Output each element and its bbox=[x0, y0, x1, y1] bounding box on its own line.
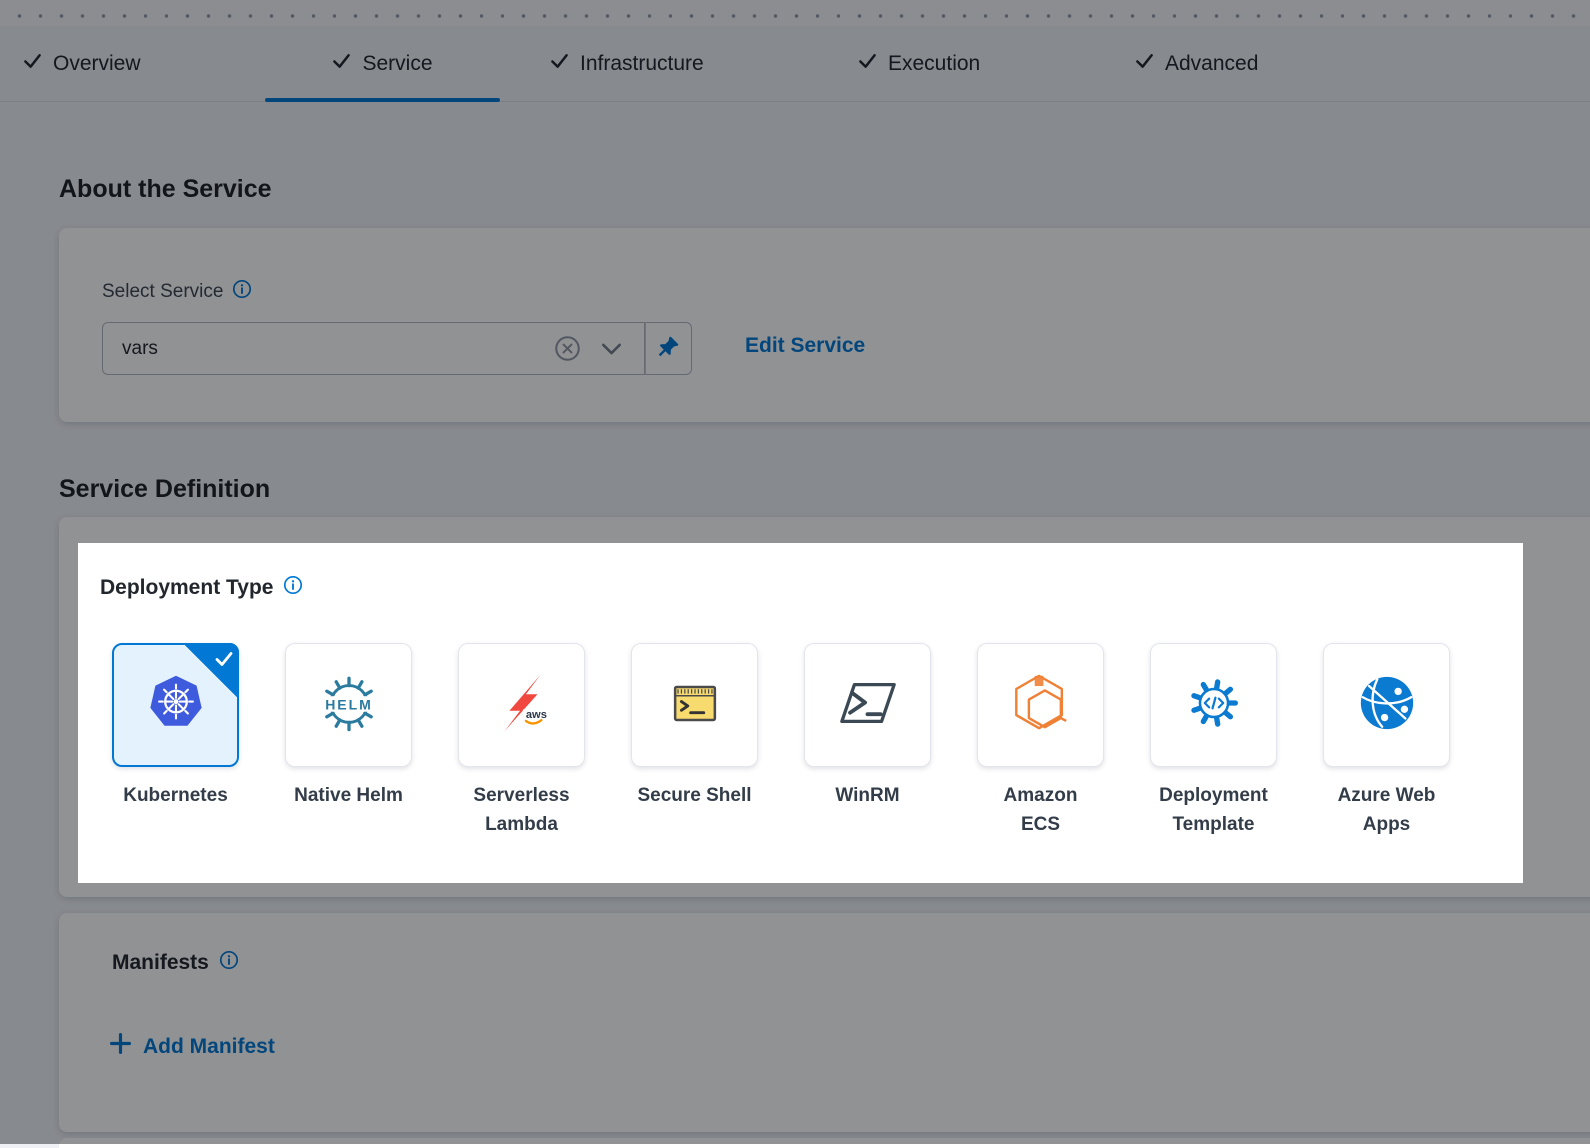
tab-overview[interactable]: Overview bbox=[23, 26, 181, 101]
secure-shell-card[interactable] bbox=[631, 643, 758, 767]
amazon-ecs-icon bbox=[1010, 672, 1072, 739]
check-icon bbox=[550, 51, 569, 76]
deployment-type-kubernetes: Kubernetes bbox=[112, 643, 239, 839]
deployment-type-native-helm: HELM Native Helm bbox=[285, 643, 412, 839]
about-service-heading: About the Service bbox=[59, 175, 272, 204]
deployment-type-label: Amazon ECS bbox=[955, 782, 1127, 839]
stage-tabbar: Overview Service Infrastructure Executio… bbox=[0, 26, 1590, 102]
azure-web-apps-card[interactable] bbox=[1323, 643, 1450, 767]
deployment-type-label: WinRM bbox=[782, 782, 954, 811]
powershell-icon bbox=[837, 672, 899, 739]
plus-icon bbox=[110, 1033, 131, 1060]
deployment-type-label: Serverless Lambda bbox=[436, 782, 608, 839]
native-helm-card[interactable]: HELM bbox=[285, 643, 412, 767]
svg-text:aws: aws bbox=[525, 709, 546, 721]
helm-icon: HELM bbox=[318, 672, 380, 739]
deployment-type-label: Native Helm bbox=[263, 782, 435, 811]
info-icon[interactable] bbox=[283, 575, 303, 601]
info-icon[interactable] bbox=[232, 279, 252, 305]
service-definition-heading: Service Definition bbox=[59, 475, 270, 504]
manifests-card bbox=[59, 913, 1590, 1132]
pipeline-canvas-strip bbox=[0, 0, 1590, 26]
deployment-template-card[interactable] bbox=[1150, 643, 1277, 767]
edit-service-link[interactable]: Edit Service bbox=[745, 334, 865, 358]
check-icon bbox=[858, 51, 877, 76]
manifests-heading: Manifests bbox=[112, 951, 209, 975]
deployment-type-heading-row: Deployment Type bbox=[100, 575, 303, 601]
tab-execution[interactable]: Execution bbox=[818, 26, 1020, 101]
tab-label: Execution bbox=[888, 52, 980, 76]
selected-corner-badge bbox=[183, 643, 239, 699]
tab-label: Service bbox=[362, 52, 432, 76]
clear-icon[interactable] bbox=[554, 335, 581, 362]
chevron-down-icon[interactable] bbox=[601, 342, 622, 356]
deployment-type-serverless-lambda: aws Serverless Lambda bbox=[458, 643, 585, 839]
deployment-type-azure-web-apps: Azure Web Apps bbox=[1323, 643, 1450, 839]
serverless-lambda-card[interactable]: aws bbox=[458, 643, 585, 767]
deployment-type-label: Azure Web Apps bbox=[1301, 782, 1473, 839]
deployment-type-label: Kubernetes bbox=[90, 782, 262, 811]
deployment-type-label: Deployment Template bbox=[1128, 782, 1300, 839]
pin-icon bbox=[657, 335, 680, 363]
select-service-label: Select Service bbox=[102, 281, 223, 303]
terminal-icon bbox=[664, 672, 726, 739]
service-select-input[interactable]: vars bbox=[102, 322, 645, 375]
kubernetes-card[interactable] bbox=[112, 643, 239, 767]
check-icon bbox=[214, 649, 234, 669]
deployment-type-heading: Deployment Type bbox=[100, 576, 273, 600]
add-manifest-label: Add Manifest bbox=[143, 1035, 275, 1059]
azure-globe-icon bbox=[1356, 672, 1418, 739]
deployment-type-amazon-ecs: Amazon ECS bbox=[977, 643, 1104, 839]
amazon-ecs-card[interactable] bbox=[977, 643, 1104, 767]
info-icon[interactable] bbox=[219, 950, 239, 976]
check-icon bbox=[332, 51, 351, 76]
serverless-lambda-aws-icon: aws bbox=[491, 672, 553, 739]
add-manifest-button[interactable]: Add Manifest bbox=[110, 1033, 275, 1060]
select-service-label-row: Select Service bbox=[102, 279, 252, 305]
deployment-type-winrm: WinRM bbox=[804, 643, 931, 839]
next-section-card-edge bbox=[59, 1138, 1590, 1148]
tab-service[interactable]: Service bbox=[265, 26, 500, 101]
deployment-type-cards-row: Kubernetes HELM Native Helm bbox=[112, 643, 1450, 839]
deployment-type-spotlight-panel: Deployment Type bbox=[78, 543, 1523, 883]
pin-service-button[interactable] bbox=[645, 322, 692, 375]
service-select-value: vars bbox=[122, 338, 554, 360]
tab-label: Advanced bbox=[1165, 52, 1258, 76]
gear-code-icon bbox=[1183, 672, 1245, 739]
tab-label: Overview bbox=[53, 52, 141, 76]
deployment-type-label: Secure Shell bbox=[609, 782, 781, 811]
deployment-type-deployment-template: Deployment Template bbox=[1150, 643, 1277, 839]
tab-label: Infrastructure bbox=[580, 52, 704, 76]
svg-text:HELM: HELM bbox=[325, 696, 373, 712]
manifests-heading-row: Manifests bbox=[112, 950, 239, 976]
tab-advanced[interactable]: Advanced bbox=[1095, 26, 1298, 101]
winrm-card[interactable] bbox=[804, 643, 931, 767]
check-icon bbox=[23, 51, 42, 76]
check-icon bbox=[1135, 51, 1154, 76]
tab-infrastructure[interactable]: Infrastructure bbox=[510, 26, 744, 101]
select-service-control: vars bbox=[102, 322, 692, 375]
deployment-type-secure-shell: Secure Shell bbox=[631, 643, 758, 839]
